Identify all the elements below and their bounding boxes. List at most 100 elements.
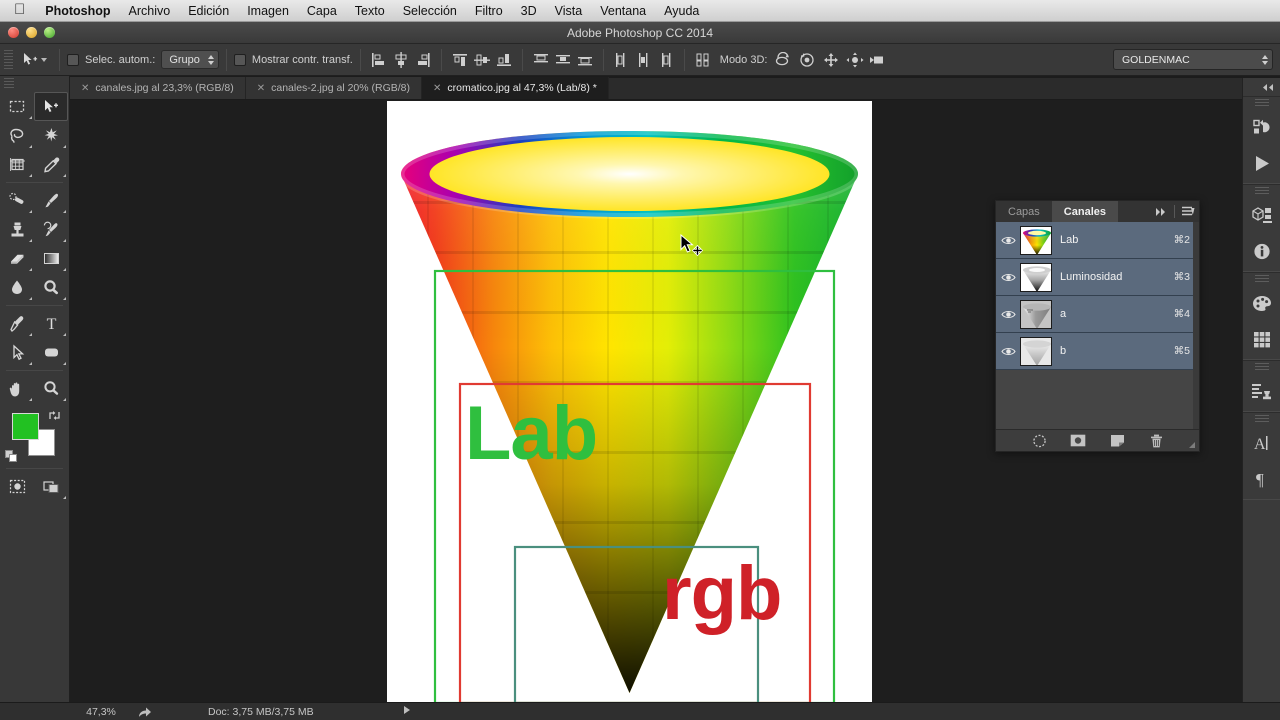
collapse-panel-icon[interactable]	[1155, 207, 1168, 217]
dock-group-grip[interactable]	[1254, 187, 1269, 196]
create-new-channel-button[interactable]	[1109, 433, 1126, 449]
distribute-spacing-button[interactable]	[692, 49, 714, 71]
tool-move[interactable]	[34, 92, 68, 121]
swatches-panel-button[interactable]	[1243, 321, 1280, 357]
slide-3d-button[interactable]	[843, 49, 867, 71]
channel-row-lab[interactable]: Lab ⌘2	[996, 222, 1199, 259]
menu-item-capa[interactable]: Capa	[298, 0, 346, 22]
swap-colors-icon[interactable]	[48, 409, 61, 422]
menu-item-vista[interactable]: Vista	[546, 0, 592, 22]
dock-group-grip[interactable]	[1254, 415, 1269, 424]
share-button[interactable]	[132, 706, 158, 718]
show-transform-checkbox[interactable]	[233, 53, 246, 66]
toolbox-grip[interactable]	[4, 78, 14, 90]
tool-eraser[interactable]	[0, 244, 34, 273]
align-right-edges-button[interactable]	[412, 49, 434, 71]
paragraph-panel-button[interactable]: ¶	[1243, 461, 1280, 497]
align-horizontal-centers-button[interactable]	[390, 49, 412, 71]
tool-magic-wand[interactable]	[34, 121, 68, 150]
tool-preset-chevron-down-icon[interactable]	[41, 57, 47, 62]
close-icon[interactable]: ✕	[81, 83, 89, 94]
eye-icon[interactable]	[996, 235, 1020, 246]
menu-item-filtro[interactable]: Filtro	[466, 0, 512, 22]
options-bar-grip[interactable]	[4, 49, 13, 70]
scale-3d-camera-button[interactable]	[867, 49, 891, 71]
tab-canales[interactable]: Canales	[1051, 201, 1118, 222]
roll-3d-button[interactable]	[795, 49, 819, 71]
tool-clone-stamp[interactable]	[0, 215, 34, 244]
tool-eyedropper[interactable]	[34, 150, 68, 179]
tool-type[interactable]: T	[34, 309, 68, 338]
collapse-dock-button[interactable]	[1243, 78, 1280, 96]
image-canvas[interactable]: Lab rgb CMYK	[387, 101, 872, 703]
tool-crop[interactable]	[0, 150, 34, 179]
tool-rounded-rectangle[interactable]	[34, 338, 68, 367]
close-icon[interactable]: ✕	[257, 83, 265, 94]
active-tool-move[interactable]	[16, 51, 52, 68]
align-bottom-edges-button[interactable]	[493, 49, 515, 71]
menu-item-photoshop[interactable]: Photoshop	[36, 0, 119, 22]
tool-hand[interactable]	[0, 374, 34, 403]
document-tab-cromatico[interactable]: ✕ cromatico.jpg al 47,3% (Lab/8) *	[422, 77, 609, 99]
load-channel-as-selection-button[interactable]	[1031, 433, 1048, 449]
dock-group-grip[interactable]	[1254, 275, 1269, 284]
align-vertical-centers-button[interactable]	[471, 49, 493, 71]
tool-spot-healing-brush[interactable]	[0, 186, 34, 215]
distribute-vertical-centers-button[interactable]	[552, 49, 574, 71]
align-top-edges-button[interactable]	[449, 49, 471, 71]
tab-capas[interactable]: Capas	[996, 201, 1052, 222]
menu-item-imagen[interactable]: Imagen	[238, 0, 298, 22]
menu-item-texto[interactable]: Texto	[346, 0, 394, 22]
3d-panel-button[interactable]	[1243, 197, 1280, 233]
distribute-bottom-edges-button[interactable]	[574, 49, 596, 71]
distribute-horizontal-centers-button[interactable]	[633, 49, 655, 71]
history-panel-button[interactable]	[1243, 109, 1280, 145]
tool-quick-mask[interactable]	[0, 472, 34, 501]
menu-item-3d[interactable]: 3D	[512, 0, 546, 22]
eye-icon[interactable]	[996, 346, 1020, 357]
tool-path-selection[interactable]	[0, 338, 34, 367]
default-colors-icon[interactable]	[5, 450, 18, 463]
rotate-3d-button[interactable]	[771, 49, 795, 71]
distribute-left-edges-button[interactable]	[611, 49, 633, 71]
distribute-top-edges-button[interactable]	[530, 49, 552, 71]
tool-rectangular-marquee[interactable]	[0, 92, 34, 121]
tool-screen-mode[interactable]	[34, 472, 68, 501]
delete-channel-button[interactable]	[1148, 433, 1165, 449]
panel-resize-grip[interactable]	[1187, 440, 1196, 449]
apple-icon[interactable]: 	[8, 2, 36, 19]
color-panel-button[interactable]	[1243, 285, 1280, 321]
dock-group-grip[interactable]	[1254, 99, 1269, 108]
info-panel-button[interactable]	[1243, 233, 1280, 269]
adjustments-panel-button[interactable]	[1243, 373, 1280, 409]
zoom-level[interactable]: 47,3%	[70, 706, 132, 718]
distribute-right-edges-button[interactable]	[655, 49, 677, 71]
tool-zoom[interactable]	[34, 374, 68, 403]
channel-row-a[interactable]: a ⌘4	[996, 296, 1199, 333]
panel-menu-icon[interactable]	[1181, 206, 1195, 217]
align-left-edges-button[interactable]	[368, 49, 390, 71]
channel-row-b[interactable]: b ⌘5	[996, 333, 1199, 370]
status-expand-button[interactable]	[402, 705, 412, 718]
dock-group-grip[interactable]	[1254, 363, 1269, 372]
foreground-color-swatch[interactable]	[12, 413, 39, 440]
document-tab-canales[interactable]: ✕ canales.jpg al 23,3% (RGB/8)	[70, 77, 246, 99]
panel-scrollbar[interactable]	[1193, 222, 1199, 429]
tool-dodge[interactable]	[34, 273, 68, 302]
tool-gradient[interactable]	[34, 244, 68, 273]
eye-icon[interactable]	[996, 272, 1020, 283]
drag-3d-button[interactable]	[819, 49, 843, 71]
auto-select-checkbox[interactable]	[67, 53, 79, 66]
eye-icon[interactable]	[996, 309, 1020, 320]
menu-item-edicion[interactable]: Edición	[179, 0, 238, 22]
tool-lasso[interactable]	[0, 121, 34, 150]
menu-item-ayuda[interactable]: Ayuda	[655, 0, 708, 22]
workspace-dropdown[interactable]: GOLDENMAC	[1113, 49, 1273, 70]
menu-item-ventana[interactable]: Ventana	[591, 0, 655, 22]
menu-item-archivo[interactable]: Archivo	[120, 0, 180, 22]
auto-select-scope-dropdown[interactable]: Grupo	[161, 50, 219, 69]
channel-row-luminosidad[interactable]: Luminosidad ⌘3	[996, 259, 1199, 296]
tool-pen[interactable]	[0, 309, 34, 338]
tool-brush[interactable]	[34, 186, 68, 215]
actions-panel-button[interactable]	[1243, 145, 1280, 181]
